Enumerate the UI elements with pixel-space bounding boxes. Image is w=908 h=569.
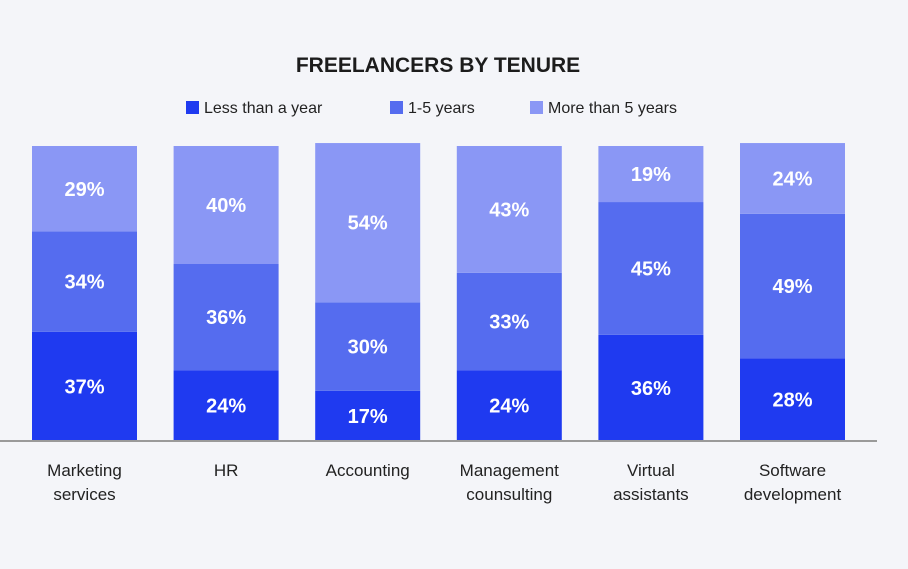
category-label-3: Management counsulting [460,461,560,504]
legend-item-1: 1-5 years [390,100,475,117]
category-label-4: Virtual assistants [613,461,689,504]
x-tick-label: HR [214,461,239,480]
x-tick-label: development [744,485,842,504]
data-label: 34% [64,272,104,294]
data-label: 40% [206,195,246,217]
bar-stack-3: 24% 33% 43% [456,146,562,441]
data-label: 24% [206,396,246,418]
category-label-2: Accounting [326,461,410,480]
x-tick-label: Management [460,461,560,480]
x-tick-label: Marketing [47,461,122,480]
data-label: 33% [489,312,529,334]
bar-stack-1: 24% 36% 40% [173,146,279,441]
bars: 37% 34% 29% 24% 36% 40% 17% 30% 54% 24% 33% 43% 36% 4… [32,143,845,441]
data-label: 28% [772,390,812,412]
data-label: 43% [489,199,529,221]
bar-stack-5: 28% 49% 24% [740,143,845,441]
bar-stack-2: 17% 30% 54% [315,143,421,441]
category-label-1: HR [214,461,239,480]
data-label: 19% [631,164,671,186]
data-label: 36% [206,307,246,329]
chart-title: FREELANCERS BY TENURE [296,54,580,77]
x-tick-label: assistants [613,485,689,504]
bar-stack-0: 37% 34% 29% [32,146,137,441]
data-label: 45% [631,258,671,280]
category-labels: Marketing services HR Accounting Management c… [47,461,841,504]
legend-item-0: Less than a year [186,100,323,117]
data-label: 49% [772,276,812,298]
x-tick-label: counsulting [466,485,552,504]
legend-swatch [390,101,403,114]
data-label: 36% [631,378,671,400]
x-tick-label: services [53,485,115,504]
category-label-0: Marketing services [47,461,122,504]
legend-label: More than 5 years [548,100,677,117]
legend-swatch [530,101,543,114]
data-label: 24% [772,168,812,190]
x-tick-label: Virtual [627,461,675,480]
data-label: 30% [348,337,388,359]
category-label-5: Software development [744,461,842,504]
x-tick-label: Software [759,461,826,480]
data-label: 24% [489,396,529,418]
legend-label: 1-5 years [408,100,475,117]
legend: Less than a year 1-5 years More than 5 yea… [186,100,677,117]
legend-label: Less than a year [204,100,323,117]
stacked-bar-chart: FREELANCERS BY TENURE Less than a year 1-… [0,54,877,504]
x-tick-label: Accounting [326,461,410,480]
legend-item-2: More than 5 years [530,100,677,117]
legend-swatch [186,101,199,114]
data-label: 54% [348,213,388,235]
data-label: 37% [64,376,104,398]
bar-stack-4: 36% 45% 19% [598,146,704,441]
data-label: 29% [64,179,104,201]
data-label: 17% [348,406,388,428]
